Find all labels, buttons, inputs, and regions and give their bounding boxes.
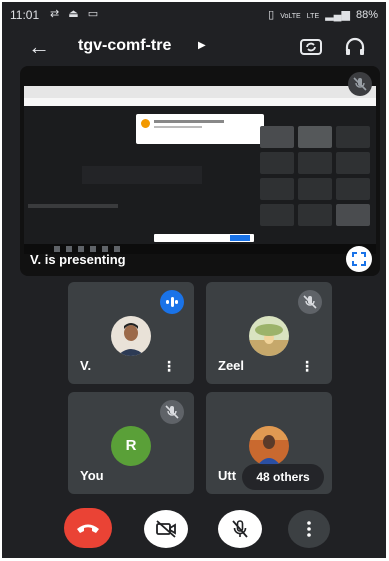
participant-tile[interactable]: V. ⋮ xyxy=(68,282,194,384)
browser-tabs xyxy=(24,86,376,98)
camera-off-icon xyxy=(156,520,176,538)
participant-name: Utt xyxy=(218,468,237,483)
dialog-logo-icon xyxy=(141,119,150,128)
back-arrow-icon[interactable]: ← xyxy=(28,34,50,60)
signal-icon: ▂▄▆ xyxy=(325,9,350,21)
shared-thumb xyxy=(298,126,332,148)
mic-off-icon xyxy=(160,400,184,424)
mic-off-icon xyxy=(232,520,248,538)
end-call-icon xyxy=(77,524,99,533)
shared-thumb xyxy=(336,126,370,148)
shared-thumb xyxy=(336,178,370,200)
status-right: ▯ VoLTE LTE ▂▄▆ 88% xyxy=(265,8,378,21)
mic-off-icon xyxy=(298,290,322,314)
participant-name: V. xyxy=(80,358,92,373)
vibrate-icon: ▯ xyxy=(268,9,275,21)
browser-address-bar xyxy=(24,98,376,106)
meeting-details-caret-icon[interactable]: ▶ xyxy=(198,40,206,51)
fullscreen-icon[interactable] xyxy=(346,246,372,272)
shared-thumb xyxy=(336,152,370,174)
notification-icons: ⇄ ⏏ ▭ xyxy=(50,8,102,20)
presenter-mic-off-icon xyxy=(348,72,372,96)
shared-thumb xyxy=(298,204,332,226)
meeting-code[interactable]: tgv-comf-tre xyxy=(78,37,171,55)
meeting-header: ← tgv-comf-tre ▶ xyxy=(2,32,386,64)
camera-toggle-button[interactable] xyxy=(144,510,188,548)
dialog-line xyxy=(154,126,202,128)
dialog-line xyxy=(154,120,224,123)
mic-toggle-button[interactable] xyxy=(218,510,262,548)
shared-thumb xyxy=(260,126,294,148)
participant-name: You xyxy=(80,468,104,483)
more-options-button[interactable] xyxy=(288,510,330,548)
shared-thumb xyxy=(336,204,370,226)
participant-name: Zeel xyxy=(218,358,245,373)
shared-sharing-bar xyxy=(154,234,254,242)
avatar xyxy=(111,316,151,356)
avatar xyxy=(249,426,289,466)
avatar xyxy=(249,316,289,356)
participant-tile[interactable]: Zeel ⋮ xyxy=(206,282,332,384)
shared-bar-button xyxy=(230,235,250,241)
avatar: R xyxy=(111,426,151,466)
network-volte-label: VoLTE xyxy=(280,13,301,20)
battery-level: 88% xyxy=(355,9,378,21)
more-vert-icon[interactable]: ⋮ xyxy=(162,358,176,375)
shared-thumb xyxy=(260,178,294,200)
network-lte-label: LTE xyxy=(306,13,320,20)
participant-tile[interactable]: R You xyxy=(68,392,194,494)
shared-thumb xyxy=(260,204,294,226)
more-vert-icon xyxy=(307,521,311,537)
shared-thumb xyxy=(260,152,294,174)
switch-camera-icon[interactable] xyxy=(298,34,324,60)
shared-screen xyxy=(24,86,376,254)
more-vert-icon[interactable]: ⋮ xyxy=(300,358,314,375)
shared-panel xyxy=(82,166,202,184)
headphones-icon[interactable] xyxy=(342,34,368,60)
meet-screen: 11:01 ⇄ ⏏ ▭ ▯ VoLTE LTE ▂▄▆ 88% ← tgv-co… xyxy=(2,2,386,558)
shared-thumb xyxy=(298,178,332,200)
others-count-pill[interactable]: 48 others xyxy=(242,464,324,490)
status-time: 11:01 xyxy=(10,8,40,22)
status-bar: 11:01 ⇄ ⏏ ▭ ▯ VoLTE LTE ▂▄▆ 88% xyxy=(2,2,386,28)
shared-dialog xyxy=(136,114,264,144)
shared-strip xyxy=(28,204,118,208)
presentation-tile[interactable]: V. is presenting xyxy=(20,66,380,276)
presenting-label: V. is presenting xyxy=(30,252,126,267)
end-call-button[interactable] xyxy=(64,508,112,548)
speaking-indicator-icon xyxy=(160,290,184,314)
shared-thumbnails xyxy=(260,126,372,236)
shared-thumb xyxy=(298,152,332,174)
